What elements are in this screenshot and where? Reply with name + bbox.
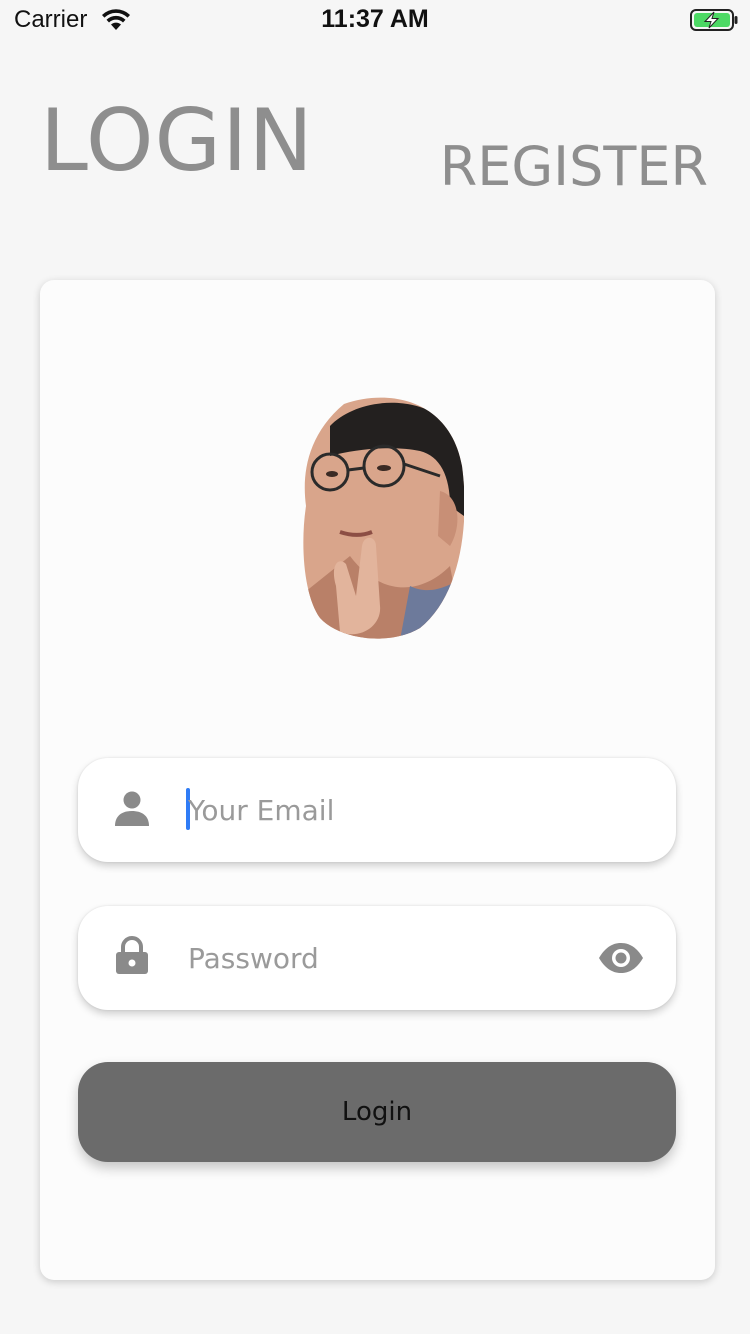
login-screen: Carrier 11:37 AM LOGIN REGISTER Your Ema… (0, 0, 750, 1334)
password-input[interactable] (188, 930, 588, 986)
lock-icon (116, 936, 148, 974)
email-field[interactable] (78, 758, 676, 862)
avatar (303, 397, 464, 639)
eye-icon[interactable] (598, 942, 644, 974)
status-bar: Carrier 11:37 AM (0, 0, 750, 40)
register-tab[interactable]: REGISTER (440, 140, 708, 194)
battery-charging-icon (690, 9, 738, 31)
clock: 11:37 AM (321, 5, 429, 33)
email-input[interactable] (188, 782, 588, 838)
password-field[interactable] (78, 906, 676, 1010)
login-button[interactable]: Login (78, 1062, 676, 1162)
login-card: Login (40, 280, 715, 1280)
login-tab[interactable]: LOGIN (40, 98, 314, 184)
person-icon (115, 791, 149, 826)
